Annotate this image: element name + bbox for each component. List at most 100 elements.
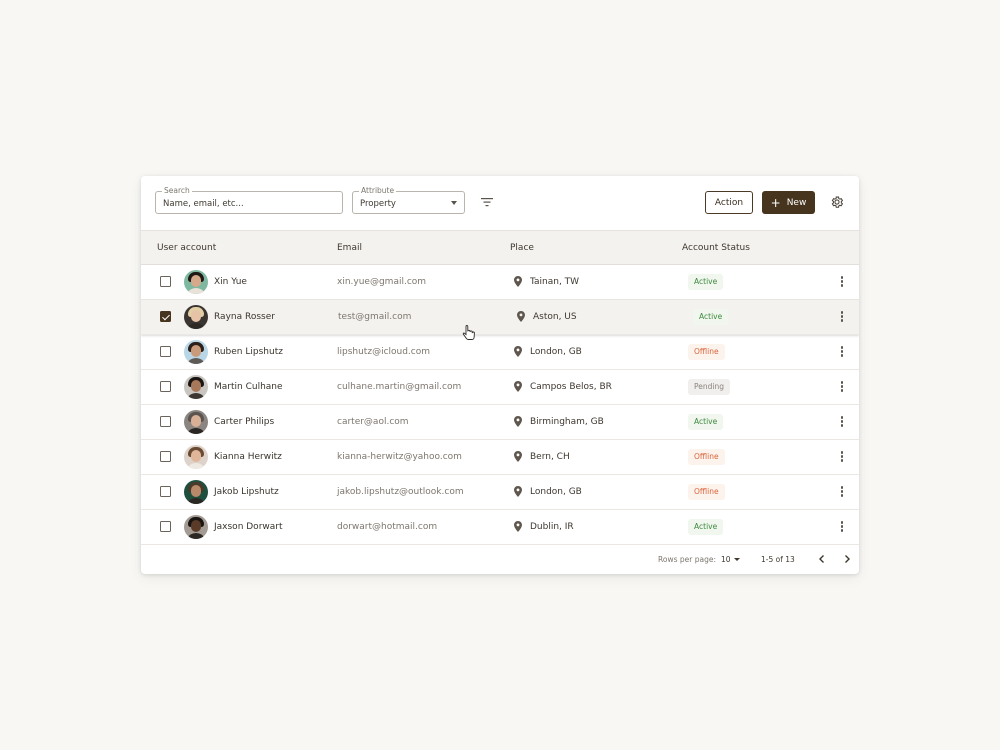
attribute-select[interactable]: Attribute Property — [352, 186, 465, 214]
attribute-label: Attribute — [359, 186, 397, 195]
status-badge: Active — [688, 414, 724, 430]
action-label: Action — [714, 197, 744, 208]
avatar — [184, 270, 208, 294]
page-range: 1-5 of 13 — [761, 555, 795, 564]
caret-down-icon — [451, 201, 457, 205]
location-pin-icon — [514, 381, 522, 392]
user-name: Kianna Herwitz — [214, 452, 282, 462]
status-badge: Active — [693, 309, 729, 325]
row-checkbox[interactable] — [160, 521, 171, 532]
user-name: Jaxson Dorwart — [214, 522, 283, 532]
row-checkbox[interactable] — [160, 451, 171, 462]
user-name: Rayna Rosser — [214, 312, 275, 322]
action-button[interactable]: Action — [705, 191, 753, 214]
user-email: jakob.lipshutz@outlook.com — [337, 487, 464, 497]
row-checkbox[interactable] — [160, 311, 171, 322]
user-place: London, GB — [530, 347, 582, 357]
table-row[interactable]: Kianna Herwitz kianna-herwitz@yahoo.com Be… — [141, 440, 859, 475]
row-checkbox[interactable] — [160, 416, 171, 427]
row-checkbox[interactable] — [160, 276, 171, 287]
hand-cursor-icon — [462, 325, 475, 340]
user-place: Birmingham, GB — [530, 417, 604, 427]
avatar — [184, 305, 208, 329]
more-options-icon[interactable] — [840, 486, 844, 498]
status-badge: Active — [688, 274, 724, 290]
location-pin-icon — [514, 346, 522, 357]
table-header: User account Email Place Account Status — [141, 230, 859, 265]
location-pin-icon — [514, 416, 522, 427]
caret-down-icon[interactable] — [734, 558, 740, 561]
user-email: test@gmail.com — [338, 312, 412, 322]
table-row[interactable]: Jaxson Dorwart dorwart@hotmail.com Dublin,… — [141, 510, 859, 545]
more-options-icon[interactable] — [840, 521, 844, 533]
user-place: Campos Belos, BR — [530, 382, 612, 392]
search-label: Search — [162, 186, 192, 195]
row-checkbox[interactable] — [160, 346, 171, 357]
user-name: Martin Culhane — [214, 382, 283, 392]
status-badge: Offline — [688, 484, 725, 500]
row-checkbox[interactable] — [160, 486, 171, 497]
user-place: Aston, US — [533, 312, 577, 322]
toolbar: Search Name, email, etc... Attribute Pro… — [141, 176, 859, 230]
user-email: dorwart@hotmail.com — [337, 522, 438, 532]
new-label: New — [786, 197, 807, 208]
status-badge: Pending — [688, 379, 730, 395]
more-options-icon[interactable] — [840, 381, 844, 393]
user-place: Tainan, TW — [530, 277, 580, 287]
avatar — [184, 480, 208, 504]
table-row[interactable]: Carter Philips carter@aol.com Birmingham, … — [141, 405, 859, 440]
more-options-icon[interactable] — [840, 451, 844, 463]
location-pin-icon — [514, 276, 522, 287]
user-name: Xin Yue — [214, 277, 247, 287]
location-pin-icon — [514, 486, 522, 497]
table-row[interactable]: Jakob Lipshutz jakob.lipshutz@outlook.com… — [141, 475, 859, 510]
status-badge: Offline — [688, 449, 725, 465]
new-button[interactable]: + New — [762, 191, 815, 214]
column-header-place[interactable]: Place — [510, 243, 534, 253]
column-header-user-account[interactable]: User account — [157, 243, 216, 253]
rows-per-page-label: Rows per page: — [658, 555, 716, 564]
avatar — [184, 375, 208, 399]
gear-icon[interactable] — [830, 195, 844, 209]
avatar — [184, 410, 208, 434]
user-name: Carter Philips — [214, 417, 275, 427]
avatar — [184, 340, 208, 364]
pagination: Rows per page: 10 1-5 of 13 — [141, 544, 859, 574]
attribute-value: Property — [360, 199, 396, 209]
user-name: Ruben Lipshutz — [214, 347, 283, 357]
more-options-icon[interactable] — [840, 416, 844, 428]
user-place: Bern, CH — [530, 452, 570, 462]
user-place: Dublin, IR — [530, 522, 574, 532]
location-pin-icon — [514, 451, 522, 462]
rows-per-page-select[interactable]: 10 — [721, 555, 731, 564]
status-badge: Offline — [688, 344, 725, 360]
table-row[interactable]: Martin Culhane culhane.martin@gmail.com Ca… — [141, 370, 859, 405]
search-input[interactable]: Search Name, email, etc... — [155, 186, 343, 214]
more-options-icon[interactable] — [840, 346, 844, 358]
more-options-icon[interactable] — [840, 276, 844, 288]
chevron-left-icon[interactable] — [817, 553, 827, 565]
status-badge: Active — [688, 519, 724, 535]
user-email: lipshutz@icloud.com — [337, 347, 431, 357]
table-row[interactable]: Rayna Rosser test@gmail.com Aston, US Activ… — [141, 300, 859, 335]
row-checkbox[interactable] — [160, 381, 171, 392]
column-header-account-status[interactable]: Account Status — [682, 243, 750, 253]
table-row[interactable]: Ruben Lipshutz lipshutz@icloud.com London,… — [141, 335, 859, 370]
avatar — [184, 445, 208, 469]
search-placeholder: Name, email, etc... — [163, 199, 244, 209]
more-options-icon[interactable] — [840, 311, 844, 323]
user-table-card: Search Name, email, etc... Attribute Pro… — [141, 176, 859, 574]
user-email: carter@aol.com — [337, 417, 409, 427]
plus-icon: + — [770, 195, 781, 210]
table-row[interactable]: Xin Yue xin.yue@gmail.com Tainan, TW Active — [141, 265, 859, 300]
user-name: Jakob Lipshutz — [214, 487, 279, 497]
filter-icon[interactable] — [481, 197, 493, 207]
column-header-email[interactable]: Email — [337, 243, 362, 253]
location-pin-icon — [514, 521, 522, 532]
chevron-right-icon[interactable] — [842, 553, 852, 565]
user-email: kianna-herwitz@yahoo.com — [337, 452, 462, 462]
user-place: London, GB — [530, 487, 582, 497]
avatar — [184, 515, 208, 539]
user-email: xin.yue@gmail.com — [337, 277, 427, 287]
location-pin-icon — [517, 311, 525, 322]
